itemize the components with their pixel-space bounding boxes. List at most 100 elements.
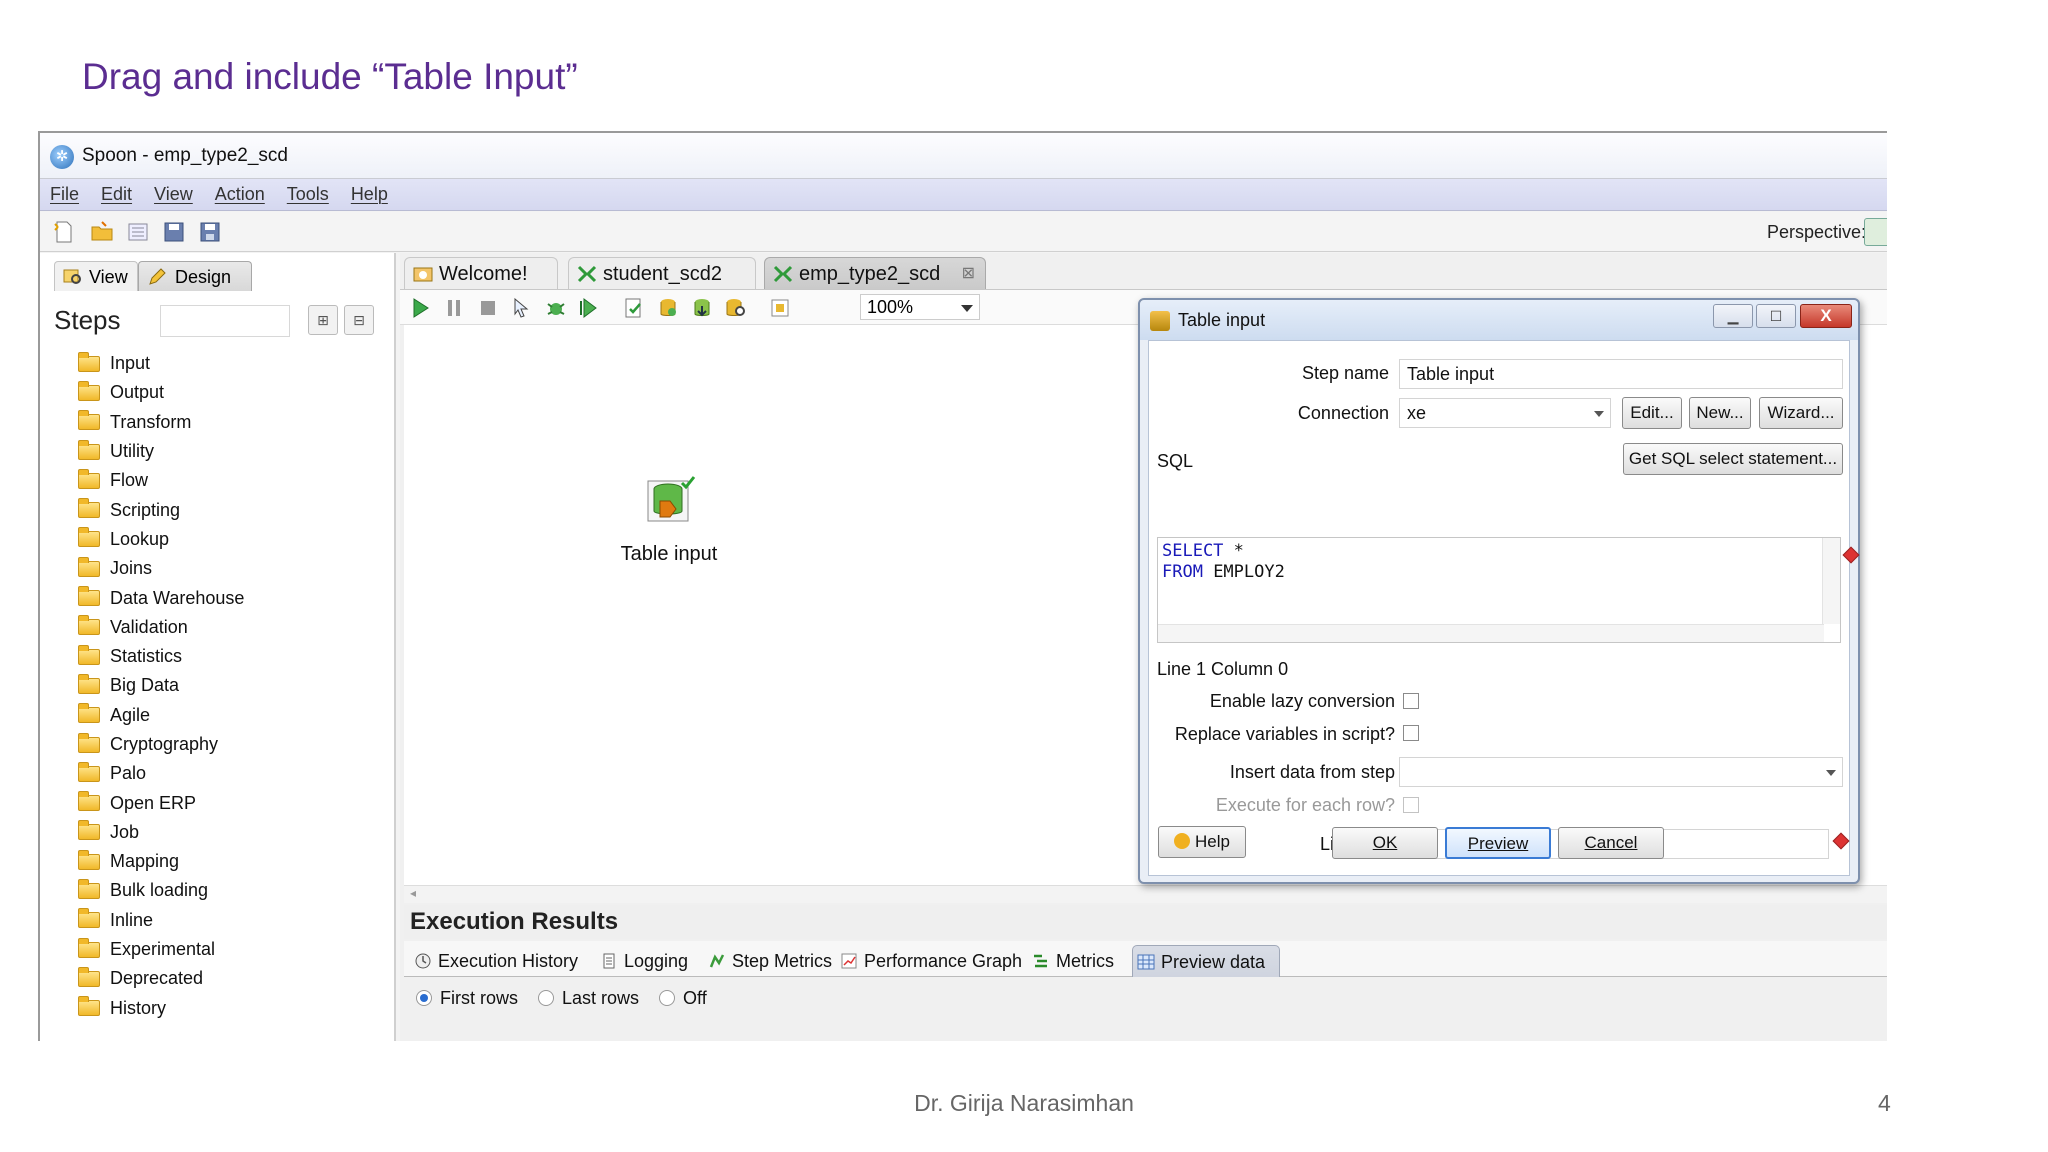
menu-view[interactable]: View <box>154 184 193 205</box>
tab-student-scd2[interactable]: student_scd2 <box>568 257 756 289</box>
save-icon[interactable] <box>162 220 186 244</box>
step-category-item[interactable]: Deprecated <box>78 964 244 993</box>
tab-metrics[interactable]: Metrics <box>1028 945 1114 977</box>
menu-action[interactable]: Action <box>215 184 265 205</box>
preview-button[interactable]: Preview <box>1445 827 1551 859</box>
step-category-item[interactable]: Big Data <box>78 671 244 700</box>
verify-icon[interactable] <box>622 296 646 320</box>
table-input-step-icon[interactable] <box>646 475 696 525</box>
step-category-label: Open ERP <box>110 792 197 813</box>
canvas-horizontal-scrollbar[interactable]: ◂ <box>404 885 1887 903</box>
explore-repository-icon[interactable] <box>126 220 150 244</box>
step-category-item[interactable]: Lookup <box>78 525 244 554</box>
step-category-item[interactable]: Data Warehouse <box>78 583 244 612</box>
tab-step-metrics[interactable]: Step Metrics <box>704 945 832 977</box>
help-button[interactable]: Help <box>1158 826 1246 858</box>
step-category-item[interactable]: History <box>78 994 244 1023</box>
step-category-item[interactable]: Experimental <box>78 935 244 964</box>
pause-icon[interactable] <box>442 296 466 320</box>
expand-all-icon[interactable]: ⊞ <box>308 305 338 335</box>
preview-icon[interactable] <box>510 296 534 320</box>
step-category-item[interactable]: Mapping <box>78 847 244 876</box>
edit-connection-button[interactable]: Edit... <box>1622 397 1682 429</box>
perspective-button[interactable] <box>1864 218 1887 246</box>
menu-edit[interactable]: Edit <box>101 184 132 205</box>
replay-icon[interactable] <box>578 296 602 320</box>
open-folder-icon[interactable] <box>90 220 114 244</box>
step-category-item[interactable]: Palo <box>78 759 244 788</box>
explore-db-icon[interactable] <box>724 296 748 320</box>
sql-horizontal-scrollbar[interactable] <box>1158 624 1824 642</box>
generate-sql-icon[interactable] <box>690 296 714 320</box>
step-category-item[interactable]: Cryptography <box>78 730 244 759</box>
menu-tools[interactable]: Tools <box>287 184 329 205</box>
tab-logging[interactable]: Logging <box>596 945 688 977</box>
folder-icon <box>78 351 100 372</box>
new-connection-button[interactable]: New... <box>1689 397 1751 429</box>
step-category-item[interactable]: Output <box>78 378 244 407</box>
sql-vertical-scrollbar[interactable] <box>1822 538 1840 624</box>
stop-icon[interactable] <box>476 296 500 320</box>
sql-editor[interactable]: SELECT * FROM EMPLOY2 <box>1157 537 1841 643</box>
tab-execution-history[interactable]: Execution History <box>410 945 578 977</box>
replace-variables-checkbox[interactable] <box>1403 725 1419 741</box>
step-category-item[interactable]: Joins <box>78 554 244 583</box>
step-category-tree: Input Output Transform Utility Flow Scripting… <box>78 349 244 1023</box>
ok-button[interactable]: OK <box>1332 827 1438 859</box>
radio-first-rows[interactable] <box>416 990 432 1006</box>
impact-icon[interactable] <box>656 296 680 320</box>
preview-rows-radio-group: First rows Last rows Off <box>410 985 721 1011</box>
step-category-item[interactable]: Input <box>78 349 244 378</box>
menu-help[interactable]: Help <box>351 184 388 205</box>
tab-metrics-label: Metrics <box>1056 951 1114 971</box>
run-icon[interactable] <box>408 296 432 320</box>
show-results-icon[interactable] <box>768 296 792 320</box>
step-category-item[interactable]: Utility <box>78 437 244 466</box>
steps-search-input[interactable] <box>160 305 290 337</box>
tab-welcome[interactable]: Welcome! <box>404 257 558 289</box>
execute-each-row-checkbox[interactable] <box>1403 797 1419 813</box>
step-category-label: Cryptography <box>110 734 219 754</box>
new-file-icon[interactable] <box>52 220 76 244</box>
lazy-conversion-checkbox[interactable] <box>1403 693 1419 709</box>
step-category-item[interactable]: Scripting <box>78 495 244 524</box>
tab-performance-graph[interactable]: Performance Graph <box>836 945 1022 977</box>
step-category-item[interactable]: Statistics <box>78 642 244 671</box>
wizard-button[interactable]: Wizard... <box>1759 397 1843 429</box>
radio-off[interactable] <box>659 990 676 1006</box>
slide-title: Drag and include “Table Input” <box>82 56 578 97</box>
step-category-item[interactable]: Open ERP <box>78 788 244 817</box>
radio-last-rows[interactable] <box>538 990 554 1006</box>
step-category-item[interactable]: Job <box>78 818 244 847</box>
tab-preview-data[interactable]: Preview data <box>1132 945 1281 977</box>
scroll-left-icon[interactable]: ◂ <box>410 886 416 900</box>
tab-emp-type2-scd[interactable]: emp_type2_scd ⊠ <box>764 257 986 289</box>
step-category-item[interactable]: Transform <box>78 408 244 437</box>
step-category-item[interactable]: Inline <box>78 906 244 935</box>
step-category-item[interactable]: Agile <box>78 701 244 730</box>
close-tab-icon[interactable]: ⊠ <box>962 258 975 290</box>
folder-icon <box>78 908 100 929</box>
step-category-item[interactable]: Validation <box>78 613 244 642</box>
table-input-icon <box>1150 311 1170 331</box>
connection-select[interactable]: xe <box>1399 398 1611 428</box>
minimize-icon[interactable]: ▁ <box>1713 304 1753 328</box>
debug-icon[interactable] <box>544 296 568 320</box>
save-as-icon[interactable] <box>198 220 222 244</box>
tab-design[interactable]: Design <box>138 261 252 291</box>
zoom-select[interactable]: 100% <box>860 294 980 320</box>
menu-file[interactable]: File <box>50 184 79 205</box>
cursor-status: Line 1 Column 0 <box>1157 659 1289 679</box>
close-icon[interactable]: X <box>1800 304 1852 328</box>
get-sql-select-button[interactable]: Get SQL select statement... <box>1623 443 1843 475</box>
insert-data-select[interactable] <box>1399 757 1843 787</box>
cancel-button[interactable]: Cancel <box>1558 827 1664 859</box>
collapse-all-icon[interactable]: ⊟ <box>344 305 374 335</box>
step-name-input[interactable]: Table input <box>1399 359 1843 389</box>
folder-icon <box>78 791 100 812</box>
maximize-icon[interactable]: ☐ <box>1756 304 1796 328</box>
step-category-item[interactable]: Flow <box>78 466 244 495</box>
folder-icon <box>78 410 100 431</box>
tab-view[interactable]: View <box>54 261 138 291</box>
step-category-item[interactable]: Bulk loading <box>78 876 244 905</box>
